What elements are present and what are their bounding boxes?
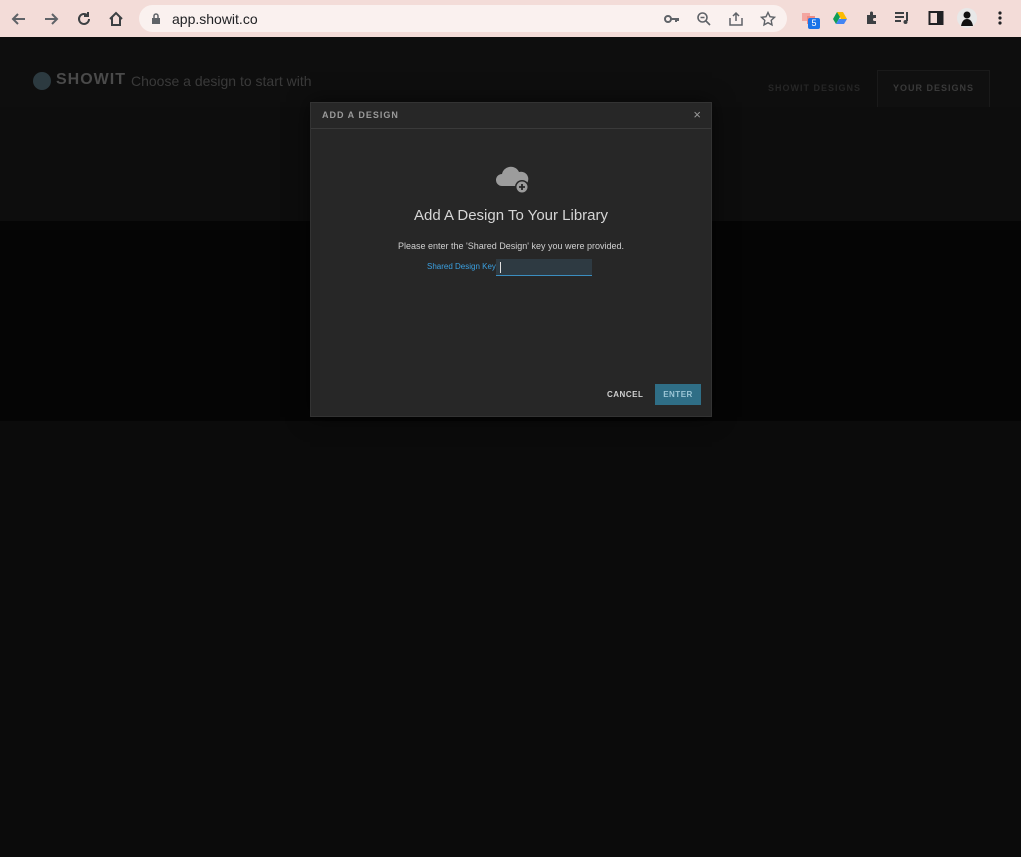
extension-count-badge: 5: [808, 18, 820, 29]
dialog-title: ADD A DESIGN: [322, 110, 399, 120]
puzzle-icon: [867, 11, 876, 24]
url-text: app.showit.co: [172, 11, 258, 27]
home-button[interactable]: [103, 6, 129, 32]
share-icon: [729, 11, 743, 26]
google-drive-icon: [833, 12, 847, 24]
cloud-add-icon: [496, 166, 529, 194]
cancel-button[interactable]: CANCEL: [607, 390, 643, 399]
reload-icon: [78, 12, 90, 25]
profile-avatar[interactable]: [957, 8, 977, 28]
address-bar[interactable]: app.showit.co: [139, 5, 787, 32]
arrow-right-icon: [45, 13, 59, 25]
star-icon: [760, 11, 776, 27]
arrow-left-icon: [11, 13, 25, 25]
avatar-icon: [957, 8, 977, 28]
extension-shared-tabs[interactable]: 5: [799, 8, 820, 29]
bookmark-button[interactable]: [759, 10, 777, 28]
browser-toolbar: app.showit.co 5: [0, 0, 1021, 37]
zoom-button[interactable]: [695, 10, 713, 28]
tab-showit-designs[interactable]: SHOWIT DESIGNS: [768, 83, 861, 93]
forward-button[interactable]: [38, 6, 64, 32]
app-header: SHOWIT Choose a design to start with SHO…: [0, 37, 1021, 108]
add-design-dialog: ADD A DESIGN × Add A Design To Your Libr…: [310, 102, 712, 417]
logo-text: SHOWIT: [56, 71, 126, 88]
extensions-button[interactable]: [862, 8, 882, 28]
shared-design-key-input[interactable]: [496, 259, 592, 276]
app-page: SHOWIT Choose a design to start with SHO…: [0, 37, 1021, 857]
lock-icon: [152, 13, 160, 24]
browser-menu-button[interactable]: [990, 8, 1010, 28]
playlist-music-icon: [895, 12, 908, 24]
showit-logo-icon: [33, 72, 51, 90]
page-tagline: Choose a design to start with: [131, 73, 312, 89]
text-caret: [500, 262, 501, 273]
password-key-button[interactable]: [663, 10, 681, 28]
dialog-instruction: Please enter the 'Shared Design' key you…: [397, 241, 625, 251]
zoom-out-icon: [697, 12, 711, 26]
kebab-menu-icon: [998, 11, 1002, 25]
back-button[interactable]: [6, 6, 32, 32]
home-icon: [109, 11, 123, 26]
reload-button[interactable]: [71, 6, 97, 32]
dialog-header: ADD A DESIGN ×: [311, 103, 711, 129]
side-panel-icon: [928, 11, 944, 25]
extension-google-drive[interactable]: [830, 8, 850, 28]
media-control-button[interactable]: [893, 8, 913, 28]
tab-your-designs[interactable]: YOUR DESIGNS: [893, 83, 974, 93]
enter-button[interactable]: ENTER: [655, 384, 701, 405]
dialog-heading: Add A Design To Your Library: [413, 207, 609, 224]
close-icon[interactable]: ×: [693, 107, 701, 122]
side-panel-button[interactable]: [926, 8, 946, 28]
key-icon: [664, 15, 679, 23]
shared-design-key-label: Shared Design Key: [427, 262, 496, 271]
share-button[interactable]: [727, 10, 745, 28]
